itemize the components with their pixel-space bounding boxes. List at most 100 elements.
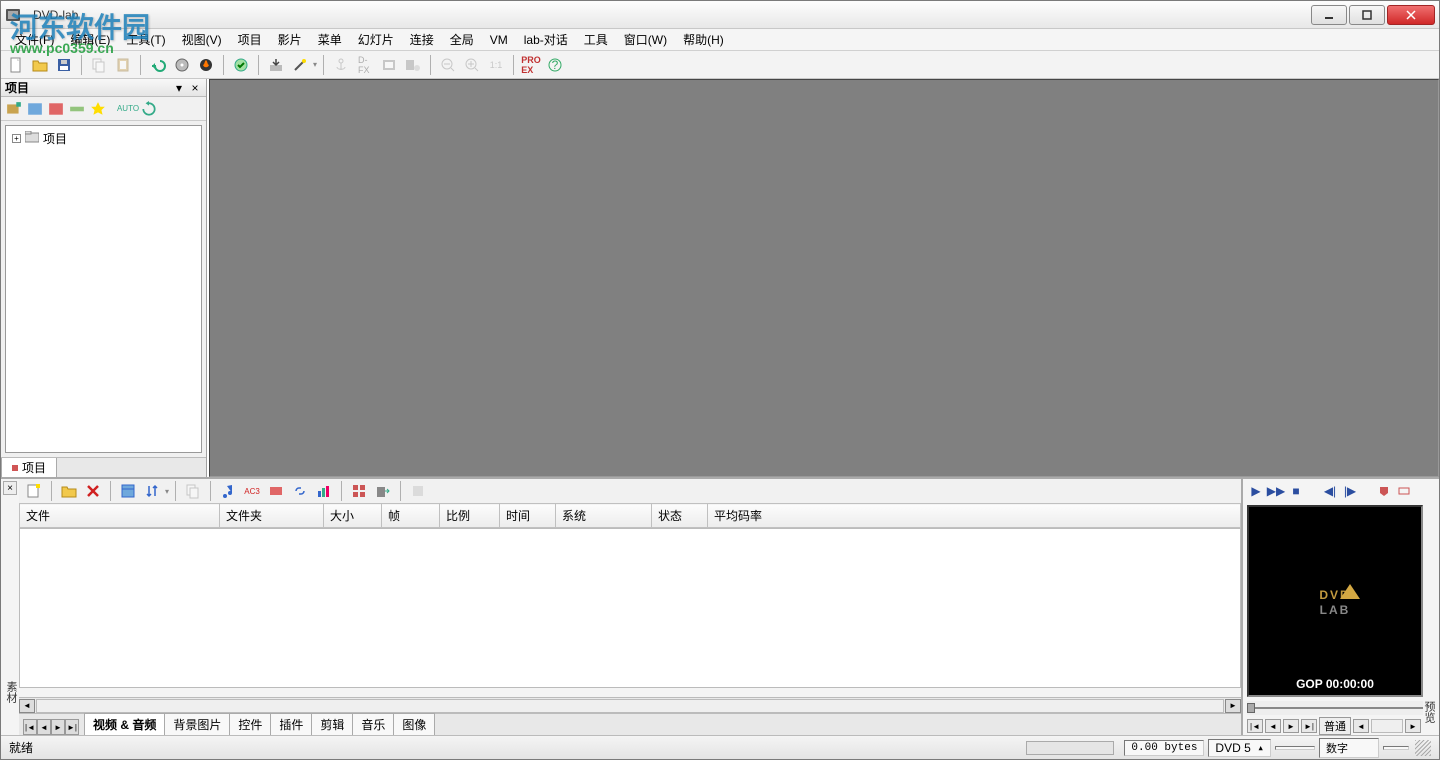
play-icon[interactable]: ▶ xyxy=(1249,484,1263,498)
scroll-track[interactable] xyxy=(36,699,1224,713)
burn-icon[interactable] xyxy=(195,54,217,76)
asset-export-icon[interactable] xyxy=(372,480,394,502)
add-movie-icon[interactable] xyxy=(5,100,23,118)
asset-copy-icon[interactable] xyxy=(182,480,204,502)
tabs-first-icon[interactable]: |◄ xyxy=(23,719,37,735)
filmdisc-icon[interactable] xyxy=(402,54,424,76)
copy-icon[interactable] xyxy=(88,54,110,76)
zoom-out-icon[interactable] xyxy=(437,54,459,76)
menu-tools[interactable]: 工具(T) xyxy=(118,29,173,50)
asset-clip-icon[interactable] xyxy=(407,480,429,502)
fast-forward-icon[interactable]: ▶▶ xyxy=(1269,484,1283,498)
save-icon[interactable] xyxy=(53,54,75,76)
menu-tool2[interactable]: 工具 xyxy=(576,29,616,50)
asset-ac3-icon[interactable]: AC3 xyxy=(241,480,263,502)
preview-screen[interactable]: DVD LAB GOP 00:00:00 xyxy=(1247,505,1423,697)
asset-link-icon[interactable] xyxy=(289,480,311,502)
asset-new-icon[interactable] xyxy=(23,480,45,502)
stop-icon[interactable]: ■ xyxy=(1289,484,1303,498)
asset-props-icon[interactable] xyxy=(117,480,139,502)
panel-dropdown-icon[interactable]: ▾ xyxy=(172,81,186,95)
scroll-right-icon[interactable]: ► xyxy=(1225,699,1241,713)
disc-icon[interactable] xyxy=(171,54,193,76)
col-frame[interactable]: 帧 xyxy=(382,504,440,528)
tab-music[interactable]: 音乐 xyxy=(352,713,394,735)
menu-movie[interactable]: 影片 xyxy=(270,29,310,50)
canvas-workspace[interactable] xyxy=(209,79,1439,477)
step-back-icon[interactable]: ◀| xyxy=(1323,484,1337,498)
anchor-icon[interactable] xyxy=(330,54,352,76)
menu-window[interactable]: 窗口(W) xyxy=(616,29,675,50)
col-ratio[interactable]: 比例 xyxy=(440,504,500,528)
nav-next-icon[interactable]: ► xyxy=(1283,719,1299,733)
menu-project[interactable]: 项目 xyxy=(230,29,270,50)
tabs-last-icon[interactable]: ►| xyxy=(65,719,79,735)
col-size[interactable]: 大小 xyxy=(324,504,382,528)
tree-expand-icon[interactable]: + xyxy=(12,134,21,143)
tab-controls[interactable]: 控件 xyxy=(229,713,271,735)
asset-sort-icon[interactable] xyxy=(141,480,163,502)
asset-delete-icon[interactable] xyxy=(82,480,104,502)
asset-chart-icon[interactable] xyxy=(313,480,335,502)
col-status[interactable]: 状态 xyxy=(652,504,708,528)
slider-thumb[interactable] xyxy=(1247,703,1255,713)
frame-icon[interactable] xyxy=(1397,484,1411,498)
nav-last-icon[interactable]: ►| xyxy=(1301,719,1317,733)
add-slideshow-icon[interactable] xyxy=(47,100,65,118)
dfx-icon[interactable]: D-FX xyxy=(354,54,376,76)
col-time[interactable]: 时间 xyxy=(500,504,556,528)
menu-help[interactable]: 帮助(H) xyxy=(675,29,732,50)
nav-sb-right-icon[interactable]: ► xyxy=(1405,719,1421,733)
col-bitrate[interactable]: 平均码率 xyxy=(708,504,1241,528)
menu-view[interactable]: 视图(V) xyxy=(174,29,230,50)
new-icon[interactable] xyxy=(5,54,27,76)
nav-mode-label[interactable]: 普通 xyxy=(1319,717,1351,735)
output-icon[interactable] xyxy=(265,54,287,76)
close-button[interactable] xyxy=(1387,5,1435,25)
wand-icon[interactable] xyxy=(289,54,311,76)
asset-grid-icon[interactable] xyxy=(348,480,370,502)
tree-root-node[interactable]: + 项目 xyxy=(6,126,201,151)
nav-prev-icon[interactable]: ◄ xyxy=(1265,719,1281,733)
col-system[interactable]: 系统 xyxy=(556,504,652,528)
asset-video-icon[interactable] xyxy=(265,480,287,502)
paste-icon[interactable] xyxy=(112,54,134,76)
menu-file[interactable]: 文件(F) xyxy=(7,29,62,50)
nav-first-icon[interactable]: |◄ xyxy=(1247,719,1263,733)
tab-video-audio[interactable]: 视频 & 音频 xyxy=(84,713,165,735)
scroll-left-icon[interactable]: ◄ xyxy=(19,699,35,713)
undo-icon[interactable] xyxy=(147,54,169,76)
film-icon[interactable] xyxy=(378,54,400,76)
panel-close-icon[interactable]: × xyxy=(188,81,202,95)
resize-grip-icon[interactable] xyxy=(1415,740,1431,756)
assets-hscroll[interactable]: ◄ ► xyxy=(19,697,1241,713)
tab-clips[interactable]: 剪辑 xyxy=(311,713,353,735)
refresh-icon[interactable] xyxy=(140,100,158,118)
open-icon[interactable] xyxy=(29,54,51,76)
zoom-11-icon[interactable]: 1:1 xyxy=(485,54,507,76)
assets-close-icon[interactable]: × xyxy=(3,481,17,495)
wizard-icon[interactable] xyxy=(89,100,107,118)
preview-slider[interactable] xyxy=(1247,701,1423,715)
zoom-in-icon[interactable] xyxy=(461,54,483,76)
tab-plugins[interactable]: 插件 xyxy=(270,713,312,735)
add-menu-icon[interactable] xyxy=(26,100,44,118)
add-bridge-icon[interactable] xyxy=(68,100,86,118)
proex-icon[interactable]: PRO EX xyxy=(520,54,542,76)
status-dvd[interactable]: DVD 5 ▴ xyxy=(1208,739,1271,757)
tab-images[interactable]: 图像 xyxy=(393,713,435,735)
tabs-next-icon[interactable]: ► xyxy=(51,719,65,735)
help-icon[interactable]: ? xyxy=(544,54,566,76)
menu-slideshow[interactable]: 幻灯片 xyxy=(350,29,402,50)
menu-lab-dialog[interactable]: lab-对话 xyxy=(516,29,576,50)
menu-vm[interactable]: VM xyxy=(482,31,516,49)
col-file[interactable]: 文件 xyxy=(20,504,220,528)
menu-connection[interactable]: 连接 xyxy=(402,29,442,50)
nav-scrollbar[interactable] xyxy=(1371,719,1403,733)
auto-icon[interactable]: AUTO xyxy=(119,100,137,118)
tabs-prev-icon[interactable]: ◄ xyxy=(37,719,51,735)
menu-global[interactable]: 全局 xyxy=(442,29,482,50)
menu-menu[interactable]: 菜单 xyxy=(310,29,350,50)
step-forward-icon[interactable]: |▶ xyxy=(1343,484,1357,498)
maximize-button[interactable] xyxy=(1349,5,1385,25)
